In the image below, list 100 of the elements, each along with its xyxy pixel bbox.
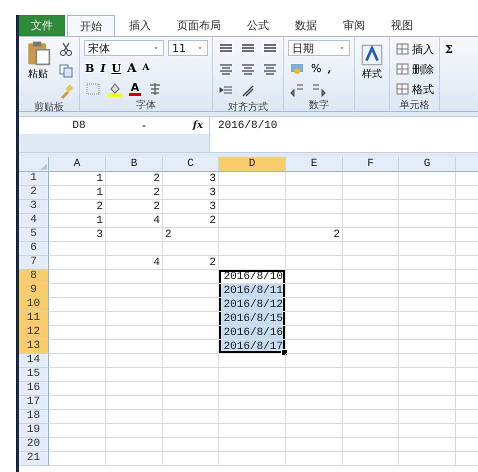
fill-handle[interactable] <box>281 349 288 356</box>
table-cell <box>163 368 219 382</box>
table-cell <box>286 354 343 368</box>
column-header[interactable]: F <box>343 157 399 172</box>
ribbon-tab[interactable]: 数据 <box>283 15 329 36</box>
font-color-button[interactable]: A <box>128 80 142 98</box>
row-header[interactable]: 21 <box>19 452 49 466</box>
number-format-field[interactable]: 日期 <box>288 40 350 56</box>
table-cell <box>343 340 399 354</box>
table-cell <box>286 396 343 410</box>
row-header[interactable]: 12 <box>19 326 49 340</box>
row-header[interactable]: 13 <box>19 340 49 354</box>
ribbon-tab[interactable]: 页面布局 <box>165 15 233 36</box>
row-header[interactable]: 1 <box>19 172 49 186</box>
table-icon <box>395 41 411 57</box>
table-cell <box>343 214 399 228</box>
cut-button[interactable] <box>57 40 75 58</box>
table-cell <box>343 382 399 396</box>
table-cell: 1 <box>49 214 106 228</box>
ribbon-tab[interactable]: 审阅 <box>331 15 377 36</box>
table-cell <box>106 396 163 410</box>
table-cell <box>286 200 343 214</box>
table-cell <box>219 354 286 368</box>
table-cell <box>343 424 399 438</box>
styles-icon <box>361 44 383 66</box>
row-header[interactable]: 18 <box>19 410 49 424</box>
column-header[interactable]: G <box>399 157 456 172</box>
table-cell <box>343 186 399 200</box>
row-header[interactable]: 9 <box>19 284 49 298</box>
column-header[interactable]: B <box>106 157 163 172</box>
table-cell <box>343 326 399 340</box>
table-cell <box>49 270 106 284</box>
table-cell <box>106 270 163 284</box>
group-label: 对齐方式 <box>228 100 268 114</box>
row-header[interactable]: 2 <box>19 186 49 200</box>
table-cell <box>106 298 163 312</box>
ribbon-tab[interactable]: 插入 <box>117 15 163 36</box>
table-cell <box>286 368 343 382</box>
row-header[interactable]: 7 <box>19 256 49 270</box>
border-icon <box>85 81 101 97</box>
bold-button[interactable]: B <box>84 59 96 77</box>
sum-button[interactable]: Σ <box>444 40 454 58</box>
row-header[interactable]: 4 <box>19 214 49 228</box>
shrink-font-button[interactable]: A <box>141 59 150 77</box>
table-cell <box>286 242 343 256</box>
table-cell <box>286 438 343 452</box>
cells-button[interactable]: 格式 <box>394 80 435 98</box>
insert-function-button[interactable]: fx <box>192 120 203 131</box>
table-cell <box>163 424 219 438</box>
cells-button[interactable]: 删除 <box>394 60 435 78</box>
ribbon-tab[interactable]: 视图 <box>379 15 425 36</box>
grow-font-button[interactable]: A <box>126 59 138 77</box>
ribbon-tab[interactable]: 公式 <box>235 15 281 36</box>
table-cell <box>399 368 456 382</box>
file-tab[interactable]: 文件 <box>19 15 65 36</box>
column-header[interactable]: E <box>286 157 343 172</box>
table-cell <box>286 424 343 438</box>
formula-field[interactable]: 2016/8/10 <box>210 117 478 152</box>
font-name-field[interactable]: 宋体 <box>84 40 164 56</box>
row-header[interactable]: 15 <box>19 368 49 382</box>
row-header[interactable]: 17 <box>19 396 49 410</box>
table-cell: 2 <box>106 186 163 200</box>
percent-button[interactable]: % <box>310 59 322 77</box>
table-cell: 3 <box>163 186 219 200</box>
row-header[interactable]: 16 <box>19 382 49 396</box>
table-cell <box>219 228 286 242</box>
column-header[interactable]: D <box>219 157 286 172</box>
comma-button[interactable]: , <box>326 59 332 77</box>
table-cell <box>343 396 399 410</box>
cells-button[interactable]: 插入 <box>394 40 435 58</box>
font-size-field[interactable]: 11 <box>168 40 208 56</box>
paint-bucket-icon <box>107 81 123 97</box>
name-box[interactable]: D8 <box>19 120 139 132</box>
table-cell: 2016/8/15 <box>219 312 286 326</box>
row-header[interactable]: 5 <box>19 228 49 242</box>
column-header[interactable]: C <box>163 157 219 172</box>
table-cell <box>286 172 343 186</box>
row-header[interactable]: 19 <box>19 424 49 438</box>
table-cell <box>163 354 219 368</box>
ribbon-tab[interactable]: 开始 <box>67 15 115 36</box>
paste-button[interactable]: 粘贴 <box>23 40 53 100</box>
row-header[interactable]: 6 <box>19 242 49 256</box>
row-header[interactable]: 10 <box>19 298 49 312</box>
table-cell <box>399 200 456 214</box>
row-header[interactable]: 3 <box>19 200 49 214</box>
italic-button[interactable]: I <box>99 59 106 77</box>
styles-button[interactable]: 样式 <box>359 40 385 96</box>
table-cell: 1 <box>49 186 106 200</box>
underline-button[interactable]: U <box>110 59 122 77</box>
table-cell <box>219 368 286 382</box>
row-header[interactable]: 20 <box>19 438 49 452</box>
table-cell <box>343 256 399 270</box>
row-header[interactable]: 14 <box>19 354 49 368</box>
slanted-text-icon <box>240 83 256 99</box>
column-header[interactable]: A <box>49 157 106 172</box>
row-header[interactable]: 8 <box>19 270 49 284</box>
table-cell <box>49 242 106 256</box>
table-cell <box>106 326 163 340</box>
row-header[interactable]: 11 <box>19 312 49 326</box>
table-cell <box>286 326 343 340</box>
